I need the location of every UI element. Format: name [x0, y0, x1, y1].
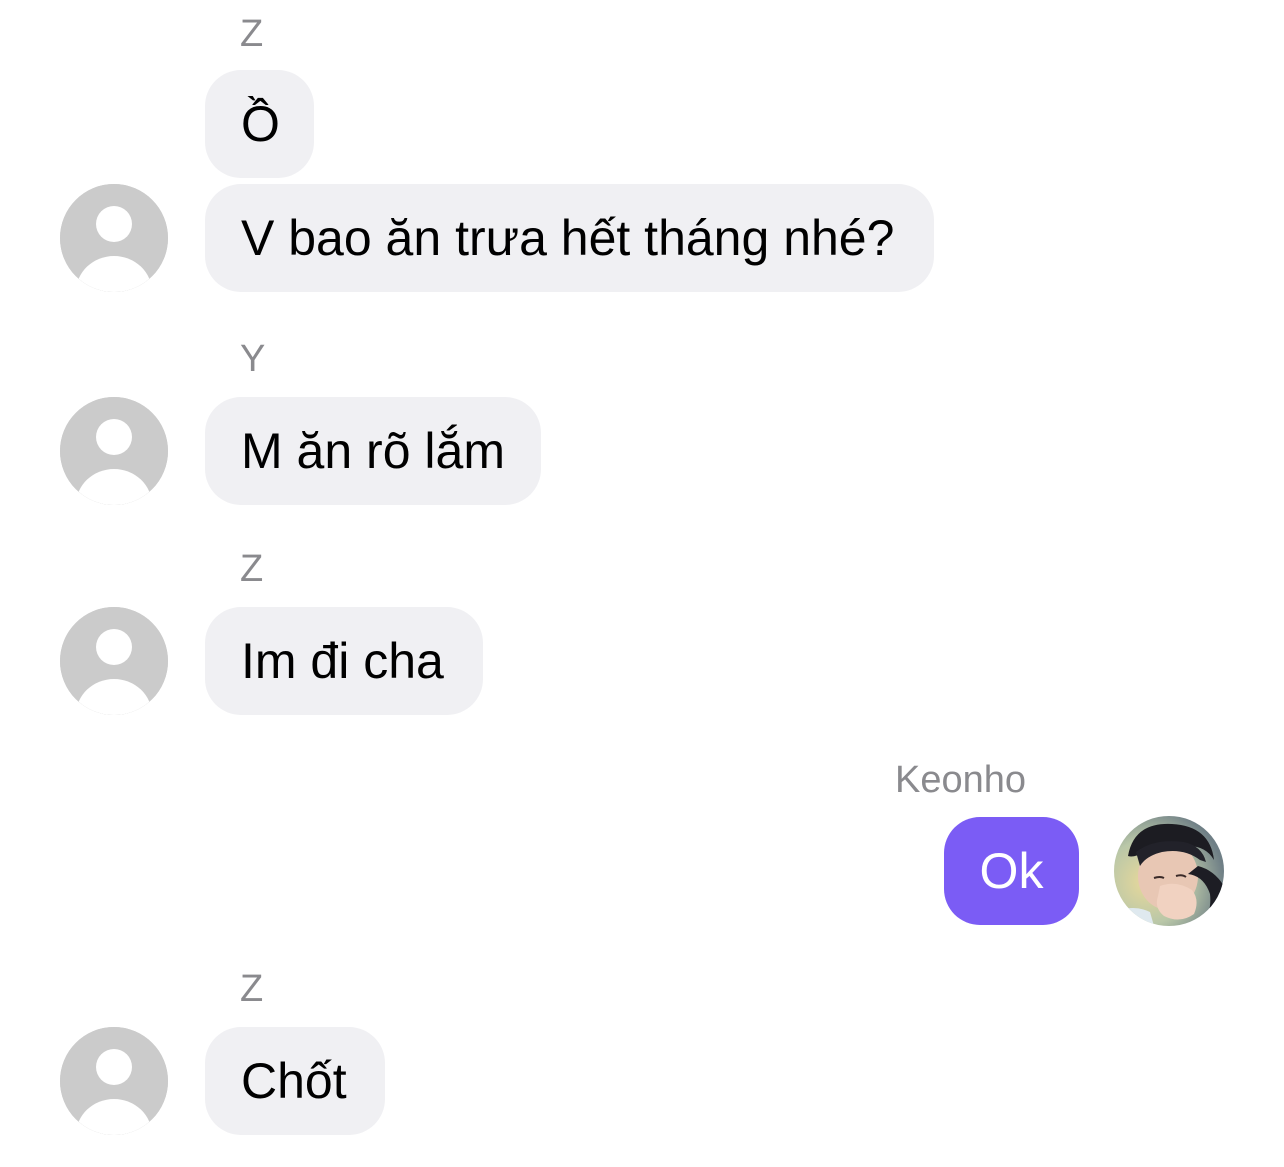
- sender-name: Z: [240, 968, 264, 1010]
- message-bubble[interactable]: Chốt: [205, 1027, 385, 1135]
- sender-name: Z: [240, 548, 264, 590]
- sender-name-self: Keonho: [895, 759, 1027, 801]
- message-bubble[interactable]: Ồ: [205, 70, 314, 178]
- default-avatar-icon[interactable]: [60, 184, 168, 292]
- default-avatar-icon[interactable]: [60, 397, 168, 505]
- message-bubble[interactable]: V bao ăn trưa hết tháng nhé?: [205, 184, 934, 292]
- default-avatar-icon[interactable]: [60, 1027, 168, 1135]
- sender-name: Y: [240, 338, 266, 380]
- sender-name: Z: [240, 13, 264, 55]
- default-avatar-icon[interactable]: [60, 607, 168, 715]
- outgoing-message-bubble[interactable]: Ok: [944, 817, 1079, 925]
- user-photo-avatar[interactable]: [1114, 816, 1224, 926]
- message-bubble[interactable]: M ăn rõ lắm: [205, 397, 541, 505]
- message-bubble[interactable]: Im đi cha: [205, 607, 483, 715]
